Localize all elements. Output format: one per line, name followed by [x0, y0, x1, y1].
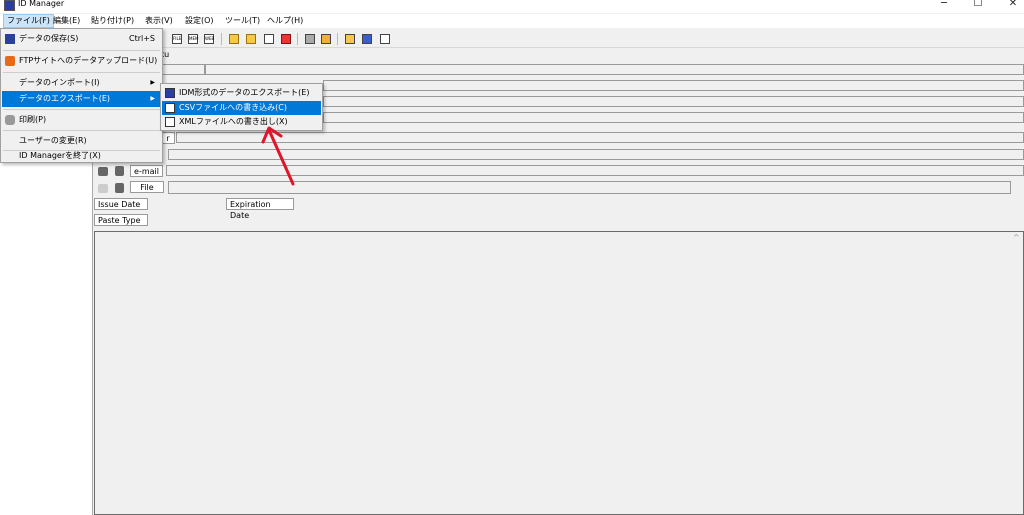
window-icon[interactable]: [362, 34, 372, 44]
paste-type-label: Paste Type: [94, 214, 148, 226]
menu-item-ftp-upload[interactable]: FTPサイトへのデータアップロード(U): [2, 53, 161, 69]
issue-date-label: Issue Date: [94, 198, 148, 210]
menu-item-export[interactable]: データのエクスポート(E) ▶: [2, 91, 161, 107]
app-icon: [4, 0, 15, 11]
memo-icon[interactable]: MEM: [188, 34, 198, 44]
menu-tools[interactable]: ツール(T): [222, 15, 263, 27]
web-icon[interactable]: WEB: [204, 34, 214, 44]
folder-move-icon[interactable]: [246, 34, 256, 44]
menu-item-save[interactable]: データの保存(S) Ctrl+S: [2, 31, 161, 47]
print-icon[interactable]: [305, 34, 315, 44]
scroll-up-arrow[interactable]: ^: [1013, 233, 1020, 242]
xml-icon: [165, 117, 175, 127]
menu-item-change-user[interactable]: ユーザーの変更(R): [2, 133, 161, 149]
url-field[interactable]: [323, 112, 1024, 123]
minimize-button[interactable]: ─: [934, 0, 954, 9]
file-menu-dropdown: データの保存(S) Ctrl+S FTPサイトへのデータアップロード(U) デー…: [0, 28, 163, 163]
find-icon[interactable]: [345, 34, 355, 44]
menu-paste[interactable]: 貼り付け(P): [88, 15, 137, 27]
mail-icon[interactable]: [98, 167, 108, 176]
ftp-icon: [5, 56, 15, 66]
file-icon[interactable]: FILE: [172, 34, 182, 44]
toolbar-separator: [297, 33, 298, 45]
account-field[interactable]: [323, 80, 1024, 91]
menu-file[interactable]: ファイル(F): [3, 14, 54, 28]
new-item-icon[interactable]: [264, 34, 274, 44]
menu-item-label: FTPサイトへのデータアップロード(U): [19, 56, 158, 65]
submenu-item-csv-write[interactable]: CSVファイルへの書き込み(C): [162, 101, 321, 115]
window-title: ID Manager: [18, 0, 65, 8]
menu-help[interactable]: ヘルプ(H): [264, 15, 306, 27]
fullscreen-icon[interactable]: [380, 34, 390, 44]
field-label-fragment: r: [161, 132, 175, 144]
menu-item-label: データのインポート(I): [19, 78, 100, 87]
clipboard-icon[interactable]: [115, 166, 124, 176]
save-icon: [5, 34, 15, 44]
submenu-arrow-icon: ▶: [150, 79, 155, 86]
menu-separator: [3, 109, 160, 110]
menu-item-label: データのエクスポート(E): [19, 94, 111, 103]
submenu-arrow-icon: ▶: [150, 95, 155, 102]
note-icon[interactable]: [98, 184, 108, 193]
menu-item-label: ユーザーの変更(R): [19, 136, 87, 145]
arrow-shaft: [267, 128, 295, 186]
title-field[interactable]: [205, 64, 1024, 75]
menu-item-print[interactable]: 印刷(P): [2, 112, 161, 128]
menu-separator: [3, 50, 160, 51]
menu-item-label: 印刷(P): [19, 115, 47, 124]
menu-item-import[interactable]: データのインポート(I) ▶: [2, 75, 161, 91]
toolbar-separator: [337, 33, 338, 45]
menu-edit[interactable]: 編集(E): [50, 15, 83, 27]
field-label-box: [161, 64, 205, 75]
menu-settings[interactable]: 設定(O): [182, 15, 217, 27]
csv-icon: [165, 103, 175, 113]
submenu-item-idm-export[interactable]: IDM形式のデータのエクスポート(E): [162, 86, 321, 100]
maximize-button[interactable]: ☐: [968, 0, 988, 9]
menu-separator: [3, 130, 160, 131]
menu-item-exit[interactable]: ID Managerを終了(X): [2, 148, 161, 164]
close-button[interactable]: ✕: [1003, 0, 1023, 9]
note-text-area[interactable]: [94, 231, 1024, 515]
toolbar-separator: [221, 33, 222, 45]
password-field[interactable]: [323, 96, 1024, 107]
delete-icon[interactable]: [281, 34, 291, 44]
menu-item-label: ID Managerを終了(X): [19, 151, 101, 160]
file-label: File: [130, 181, 164, 193]
annotation-arrow: [261, 126, 295, 186]
menu-separator: [3, 72, 160, 73]
folder-add-icon[interactable]: [229, 34, 239, 44]
menu-item-label: データの保存(S): [19, 34, 79, 43]
print-icon: [5, 115, 15, 125]
title-bar: ID Manager ─ ☐ ✕: [0, 0, 1024, 13]
idm-export-icon: [165, 88, 175, 98]
lock-icon[interactable]: [321, 34, 331, 44]
menu-bar: ファイル(F) 編集(E) 貼り付け(P) 表示(V) 設定(O) ツール(T)…: [0, 14, 1024, 28]
submenu-item-label: IDM形式のデータのエクスポート(E): [179, 88, 310, 97]
menu-view[interactable]: 表示(V): [142, 15, 176, 27]
expiration-date-label: Expiration Date: [226, 198, 294, 220]
email-label: e-mail: [130, 165, 163, 177]
shortcut-label: Ctrl+S: [128, 34, 155, 43]
submenu-item-label: CSVファイルへの書き込み(C): [179, 103, 287, 112]
clipboard-icon[interactable]: [115, 183, 124, 193]
